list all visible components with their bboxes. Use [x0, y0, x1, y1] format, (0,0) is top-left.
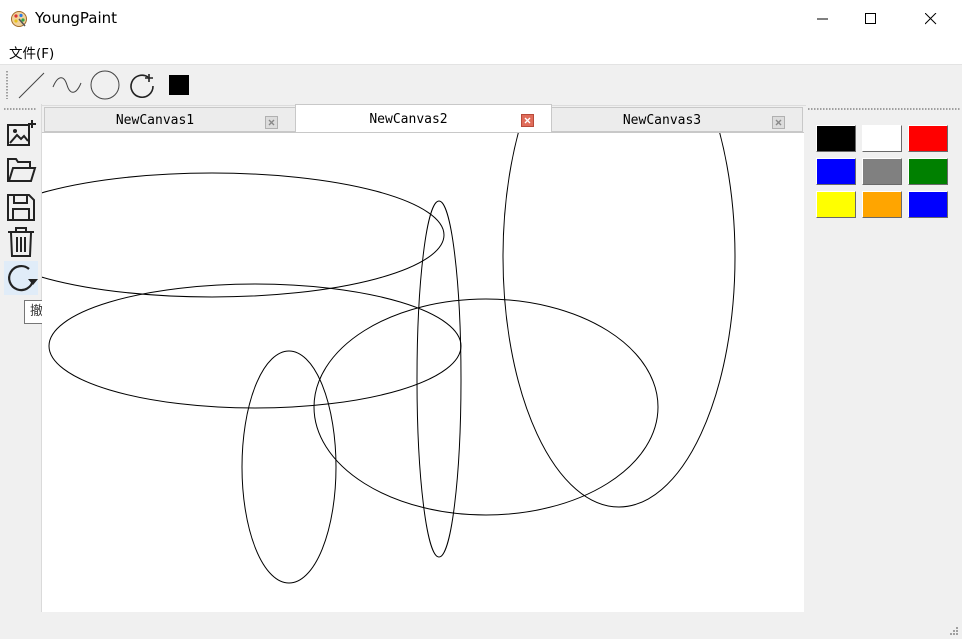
curve-icon [52, 77, 82, 93]
tab-newcanvas2[interactable]: NewCanvas2 [295, 104, 552, 132]
ellipse-shape [42, 172, 445, 298]
undo-icon [8, 264, 38, 292]
ellipse-shape [502, 133, 736, 508]
maximize-button[interactable] [848, 0, 894, 38]
ellipse-shape [48, 283, 462, 409]
file-toolbar [0, 104, 42, 612]
minimize-button[interactable] [800, 0, 846, 38]
line-icon [18, 72, 45, 99]
tab-label: NewCanvas2 [369, 112, 448, 127]
undo-button[interactable] [4, 261, 38, 295]
new-canvas-button[interactable] [4, 117, 38, 151]
tab-label: NewCanvas3 [622, 113, 702, 128]
rotate-tool-button[interactable] [126, 69, 158, 101]
color-swatch[interactable] [816, 125, 856, 152]
canvas-tab-bar: NewCanvas1 NewCanvas2 NewCanvas3 [42, 104, 804, 132]
tab-newcanvas1[interactable]: NewCanvas1 [44, 107, 296, 132]
color-palette [806, 104, 962, 612]
close-icon [265, 116, 278, 129]
save-icon [7, 194, 35, 221]
canvas-drawing [42, 133, 736, 584]
menu-file[interactable]: 文件(F) [9, 42, 54, 62]
color-swatch[interactable] [816, 191, 856, 218]
minimize-icon [817, 18, 828, 20]
rotate-icon [130, 74, 154, 98]
palette-grip[interactable] [808, 108, 960, 110]
color-swatch[interactable] [908, 125, 948, 152]
maximize-icon [865, 13, 876, 24]
current-color-button[interactable] [164, 69, 196, 101]
delete-button[interactable] [4, 225, 38, 259]
curve-tool-button[interactable] [51, 69, 83, 101]
color-swatch[interactable] [862, 125, 902, 152]
resize-grip-icon[interactable] [949, 626, 959, 636]
close-icon [772, 116, 785, 129]
status-bar [0, 612, 962, 639]
toolbar-grip[interactable] [4, 108, 37, 110]
ellipse-shape [241, 350, 337, 584]
close-button[interactable] [908, 0, 954, 38]
menu-bar: 文件(F) [0, 38, 962, 64]
window-title: YoungPaint [35, 9, 118, 27]
close-icon [521, 114, 534, 127]
title-bar: YoungPaint [0, 0, 962, 38]
color-swatch[interactable] [908, 158, 948, 185]
tab-close-button[interactable] [265, 114, 278, 129]
close-icon [925, 13, 937, 25]
ellipse-shape [416, 200, 462, 558]
color-swatch[interactable] [862, 191, 902, 218]
drawing-canvas[interactable] [42, 132, 804, 613]
color-square-icon [169, 75, 189, 95]
drawing-toolbar [0, 64, 962, 106]
tab-close-button[interactable] [772, 114, 785, 129]
line-tool-button[interactable] [15, 69, 47, 101]
ellipse-shape [313, 298, 659, 516]
app-logo-icon [10, 10, 28, 28]
folder-icon [7, 158, 37, 182]
color-swatch[interactable] [862, 158, 902, 185]
save-file-button[interactable] [4, 190, 38, 224]
open-file-button[interactable] [4, 153, 38, 187]
ellipse-tool-button[interactable] [89, 69, 121, 101]
color-swatch[interactable] [908, 191, 948, 218]
tab-label: NewCanvas1 [115, 113, 195, 128]
tab-close-button[interactable] [521, 112, 534, 127]
toolbar-grip[interactable] [6, 71, 8, 99]
ellipse-icon [90, 70, 120, 100]
add-image-icon [7, 120, 36, 146]
tab-newcanvas3[interactable]: NewCanvas3 [551, 107, 803, 132]
trash-icon [8, 227, 34, 257]
color-swatch[interactable] [816, 158, 856, 185]
